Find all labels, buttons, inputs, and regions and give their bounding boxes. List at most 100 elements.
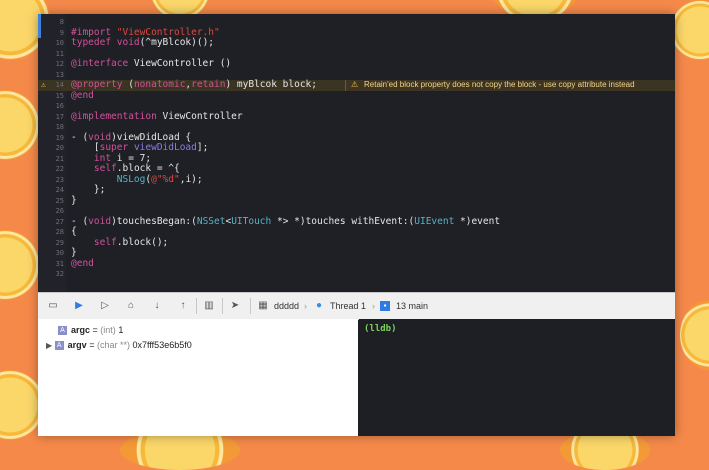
line-number: 24 [55, 186, 64, 194]
line-number: 13 [55, 70, 64, 79]
code-token: .block(); [116, 236, 169, 248]
line-number: 22 [55, 165, 64, 173]
line-number: 21 [55, 154, 64, 163]
orange-slice-decoration [0, 90, 40, 160]
code-text: self.block(); [71, 236, 169, 249]
code-line-warning[interactable]: 14 ⚠ @property (nonatomic,retain) myBlcok … [38, 79, 675, 91]
local-variable-icon: A [54, 341, 64, 351]
xcode-window: 8 9 #import "ViewController.h" 10 typedef vo… [38, 14, 675, 436]
source-editor[interactable]: 8 9 #import "ViewController.h" 10 typedef vo… [38, 14, 675, 292]
code-token: int [71, 152, 117, 164]
chevron-right-icon: › [304, 301, 307, 311]
code-token: )viewDidLoad { [111, 131, 192, 143]
line-number: 29 [55, 238, 64, 247]
breadcrumb-thread[interactable]: Thread 1 [330, 300, 366, 312]
orange-slice-decoration [0, 230, 40, 300]
code-text: typedef void(^myBlcok)(); [71, 37, 215, 49]
step-out-icon[interactable]: ↑ [176, 299, 190, 313]
breakpoints-toggle-icon[interactable]: ▶ [72, 299, 86, 313]
code-text: - (void)touchesBegan:(NSSet<UITouch *> *… [71, 215, 501, 228]
code-line[interactable]: 23 NSLog(@"%d",i); [38, 173, 675, 186]
code-text: @property (nonatomic,retain) myBlcok blo… [71, 79, 317, 91]
line-number: 9 [59, 28, 64, 37]
code-token: } [71, 194, 77, 206]
code-token: super [99, 142, 134, 153]
code-token: void [88, 215, 112, 227]
code-line[interactable]: 12 @interface ViewController () [38, 58, 675, 70]
code-line[interactable]: 31 @end [38, 257, 675, 270]
frame-icon: ▪ [380, 301, 390, 311]
code-token: retain [191, 79, 226, 90]
debug-console[interactable]: (lldb) [359, 319, 675, 436]
code-line[interactable]: 10 typedef void(^myBlcok)(); [38, 37, 675, 49]
warning-icon[interactable]: ⚠ [41, 80, 46, 91]
code-token: - ( [71, 215, 89, 227]
code-token: @end [71, 257, 94, 269]
chevron-right-icon: › [372, 301, 375, 311]
variable-value: 1 [118, 325, 124, 335]
code-line[interactable]: 17 @implementation ViewController [38, 110, 675, 123]
variable-name: argc [71, 325, 91, 335]
code-token: (^myBlcok)(); [139, 37, 215, 48]
step-into-icon[interactable]: ↓ [150, 299, 164, 313]
line-number: 16 [55, 102, 64, 110]
code-token: UITouch [231, 215, 272, 227]
separator [250, 298, 251, 314]
line-number: 25 [55, 196, 64, 205]
breadcrumb-target[interactable]: ddddd [274, 300, 299, 312]
code-line[interactable]: 25} [38, 194, 675, 207]
warning-message-bubble[interactable]: ⚠ Retain'ed block property does not copy … [345, 80, 639, 91]
code-line[interactable]: 29 self.block(); [38, 236, 675, 249]
code-token: *> *)touches withEvent:( [271, 215, 415, 227]
location-icon[interactable]: ➤ [228, 299, 242, 313]
code-token: ViewController [162, 110, 243, 122]
separator [222, 298, 223, 314]
code-token: "ViewController.h" [116, 26, 220, 38]
orange-slice-decoration [680, 300, 709, 370]
orange-slice-decoration [120, 430, 240, 470]
line-number: 28 [55, 228, 64, 236]
code-token: @property [71, 79, 129, 90]
code-token: #import [71, 26, 117, 38]
code-token: UIEvent [414, 215, 455, 227]
variable-type: (int) [100, 325, 116, 335]
code-text: @end [71, 90, 94, 102]
code-line[interactable]: 32 [38, 269, 675, 280]
line-number: 20 [55, 144, 64, 152]
code-text: @end [71, 257, 94, 270]
code-token: void [116, 37, 140, 48]
variable-row[interactable]: Aargc = (int) 1 [58, 323, 123, 337]
code-token: NSSet [196, 215, 226, 227]
step-over-icon[interactable]: ⌂ [124, 299, 138, 313]
target-icon: ▦ [258, 300, 268, 311]
code-token: *)event [454, 215, 501, 227]
continue-icon[interactable]: ▷ [98, 299, 112, 313]
code-token: i = 7; [116, 152, 152, 164]
code-token: ViewController () [133, 58, 232, 69]
breadcrumb-frame[interactable]: 13 main [396, 300, 428, 312]
disclosure-triangle-icon[interactable]: ▶ [46, 341, 52, 350]
code-token: ) myBlcok block; [225, 79, 317, 90]
line-number: 15 [55, 91, 64, 100]
code-token: .block = ^{ [116, 163, 180, 174]
code-line[interactable]: 24 }; [38, 184, 675, 196]
line-number: 8 [59, 18, 64, 26]
variable-row[interactable]: ▶ Aargv = (char **) 0x7fff53e6b5f0 [46, 338, 192, 352]
code-token: @"%d" [151, 173, 180, 185]
code-token: { [71, 226, 77, 237]
debug-view-hierarchy-icon[interactable]: ▥ [202, 299, 216, 313]
code-token: void [88, 131, 112, 143]
code-line[interactable]: 30} [38, 247, 675, 259]
line-number: 23 [55, 175, 64, 184]
code-line[interactable]: 15 @end [38, 90, 675, 102]
code-token: self [93, 163, 117, 174]
lldb-prompt: (lldb) [364, 324, 397, 334]
code-token: typedef [71, 37, 117, 48]
code-token: ,i); [179, 173, 203, 185]
line-number: 17 [55, 112, 64, 121]
hide-debug-area-icon[interactable]: ▭ [46, 299, 60, 313]
line-number: 11 [55, 49, 64, 58]
code-line[interactable]: 27 - (void)touchesBegan:(NSSet<UITouch *>… [38, 215, 675, 228]
